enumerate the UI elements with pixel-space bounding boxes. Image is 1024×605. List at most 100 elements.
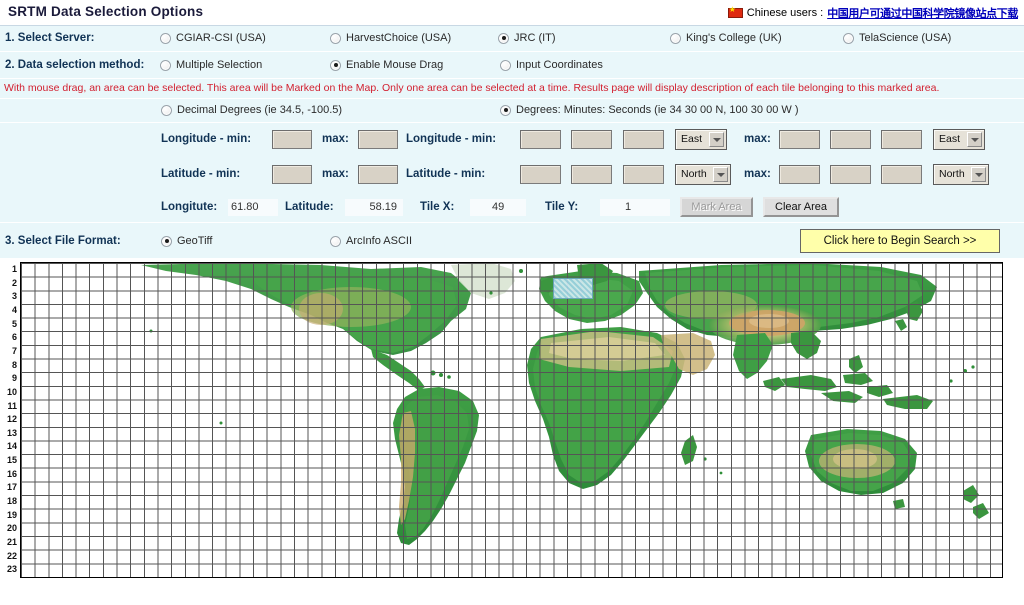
map-row-label: 7 bbox=[11, 345, 17, 356]
map-row-label: 1 bbox=[11, 264, 17, 274]
world-landmass-shapes bbox=[141, 263, 989, 545]
latitude-min-decimal-input[interactable] bbox=[272, 165, 312, 184]
longitude-dms-label: Longitude - min: bbox=[406, 133, 497, 145]
map-row-label: 18 bbox=[6, 496, 17, 507]
radio-icon[interactable] bbox=[498, 32, 509, 44]
longitude-min-decimal-input[interactable] bbox=[272, 130, 312, 149]
latitude-max-seconds-input[interactable] bbox=[881, 165, 922, 184]
map-row-label: 16 bbox=[6, 468, 17, 479]
map-row-label: 15 bbox=[6, 455, 17, 466]
coordinate-readout-row: Longitute: 61.80 Latitude: 58.19 Tile X:… bbox=[0, 193, 1024, 223]
longitude-max-direction-select[interactable]: East bbox=[933, 129, 985, 150]
longitude-max-minutes-input[interactable] bbox=[830, 130, 871, 149]
clear-area-button[interactable]: Clear Area bbox=[763, 197, 839, 217]
world-map-canvas[interactable] bbox=[20, 262, 1003, 578]
coord-mode-label: Degrees: Minutes: Seconds (ie 34 30 00 N… bbox=[516, 104, 799, 116]
latitude-min-minutes-input[interactable] bbox=[571, 165, 612, 184]
server-option-jrc[interactable]: JRC (IT) bbox=[498, 32, 556, 44]
latitude-decimal-label: Latitude - min: bbox=[161, 168, 241, 180]
radio-icon[interactable] bbox=[160, 32, 171, 44]
radio-icon[interactable] bbox=[161, 235, 172, 247]
map-row-label: 5 bbox=[11, 318, 17, 329]
radio-icon[interactable] bbox=[330, 235, 341, 247]
longitude-min-degrees-input[interactable] bbox=[520, 130, 561, 149]
radio-icon[interactable] bbox=[160, 59, 171, 71]
latitude-max-direction-select[interactable]: North bbox=[933, 164, 989, 185]
world-map-area[interactable]: 1 2 3 4 5 6 7 8 9 10 11 12 13 14 15 16 17 18 19 20 21 22 23 bbox=[0, 260, 1024, 580]
tile-y-label: Tile Y: bbox=[545, 201, 579, 213]
longitude-readout-value: 61.80 bbox=[228, 199, 278, 216]
page-title: SRTM Data Selection Options bbox=[8, 4, 204, 19]
radio-icon[interactable] bbox=[843, 32, 854, 44]
select-server-row: 1. Select Server: CGIAR-CSI (USA) Harves… bbox=[0, 26, 1024, 52]
latitude-readout-label: Latitude: bbox=[285, 201, 334, 213]
latitude-dms-max-label: max: bbox=[744, 168, 771, 180]
map-row-label: 2 bbox=[11, 277, 17, 288]
longitude-decimal-label: Longitude - min: bbox=[161, 133, 252, 145]
longitude-min-minutes-input[interactable] bbox=[571, 130, 612, 149]
latitude-max-minutes-input[interactable] bbox=[830, 165, 871, 184]
coord-mode-label: Decimal Degrees (ie 34.5, -100.5) bbox=[177, 104, 343, 116]
map-row-label: 12 bbox=[6, 414, 17, 425]
method-option-multiple-selection[interactable]: Multiple Selection bbox=[160, 59, 262, 71]
latitude-min-direction-value: North bbox=[681, 168, 707, 180]
longitude-decimal-max-label: max: bbox=[322, 133, 349, 145]
latitude-max-decimal-input[interactable] bbox=[358, 165, 398, 184]
coord-mode-dms[interactable]: Degrees: Minutes: Seconds (ie 34 30 00 N… bbox=[500, 104, 799, 116]
begin-search-button[interactable]: Click here to Begin Search >> bbox=[800, 229, 1000, 253]
mark-area-button[interactable]: Mark Area bbox=[680, 197, 753, 217]
longitude-max-seconds-input[interactable] bbox=[881, 130, 922, 149]
chevron-down-icon[interactable] bbox=[967, 132, 982, 147]
server-option-label: HarvestChoice (USA) bbox=[346, 32, 452, 44]
chinese-users-label: Chinese users : bbox=[746, 7, 824, 19]
longitude-min-direction-select[interactable]: East bbox=[675, 129, 727, 150]
latitude-min-direction-select[interactable]: North bbox=[675, 164, 731, 185]
server-option-kings-college[interactable]: King's College (UK) bbox=[670, 32, 782, 44]
server-option-label: King's College (UK) bbox=[686, 32, 782, 44]
format-option-arcinfo-ascii[interactable]: ArcInfo ASCII bbox=[330, 235, 412, 247]
longitude-max-degrees-input[interactable] bbox=[779, 130, 820, 149]
chevron-down-icon[interactable] bbox=[713, 167, 728, 182]
longitude-dms-max-label: max: bbox=[744, 133, 771, 145]
radio-icon[interactable] bbox=[670, 32, 681, 44]
latitude-max-degrees-input[interactable] bbox=[779, 165, 820, 184]
map-row-label: 4 bbox=[11, 304, 17, 315]
selected-tile-highlight[interactable] bbox=[553, 278, 593, 299]
latitude-min-degrees-input[interactable] bbox=[520, 165, 561, 184]
method-option-label: Multiple Selection bbox=[176, 59, 263, 71]
map-row-tick-labels: 1 2 3 4 5 6 7 8 9 10 11 12 13 14 15 16 17 18 19 20 21 22 23 bbox=[0, 260, 20, 580]
method-option-input-coordinates[interactable]: Input Coordinates bbox=[500, 59, 603, 71]
radio-icon[interactable] bbox=[161, 104, 172, 116]
select-file-format-label: 3. Select File Format: bbox=[5, 235, 121, 247]
longitude-min-seconds-input[interactable] bbox=[623, 130, 664, 149]
method-option-label: Input Coordinates bbox=[516, 59, 603, 71]
method-option-enable-mouse-drag[interactable]: Enable Mouse Drag bbox=[330, 59, 443, 71]
longitude-readout-label: Longitute: bbox=[161, 201, 218, 213]
radio-icon[interactable] bbox=[500, 59, 511, 71]
server-option-label: CGIAR-CSI (USA) bbox=[176, 32, 266, 44]
map-row-label: 14 bbox=[6, 441, 17, 452]
map-row-label: 11 bbox=[7, 400, 17, 411]
radio-icon[interactable] bbox=[330, 59, 341, 71]
srtm-data-selection-page: SRTM Data Selection Options Chinese user… bbox=[0, 0, 1024, 605]
map-row-label: 19 bbox=[6, 509, 17, 520]
radio-icon[interactable] bbox=[330, 32, 341, 44]
chinese-mirror-link[interactable]: 中国用户可通过中国科学院镜像站点下载 bbox=[827, 5, 1018, 21]
latitude-min-seconds-input[interactable] bbox=[623, 165, 664, 184]
longitude-max-decimal-input[interactable] bbox=[358, 130, 398, 149]
latitude-max-direction-value: North bbox=[939, 168, 965, 180]
server-option-harvestchoice[interactable]: HarvestChoice (USA) bbox=[330, 32, 451, 44]
map-row-label: 3 bbox=[11, 291, 17, 302]
tile-y-value: 1 bbox=[600, 199, 670, 216]
server-option-cgiar-csi[interactable]: CGIAR-CSI (USA) bbox=[160, 32, 266, 44]
format-option-geotiff[interactable]: GeoTiff bbox=[161, 235, 212, 247]
coordinate-mode-row: Decimal Degrees (ie 34.5, -100.5) Degree… bbox=[0, 99, 1024, 123]
chevron-down-icon[interactable] bbox=[709, 132, 724, 147]
chevron-down-icon[interactable] bbox=[971, 167, 986, 182]
tile-x-value: 49 bbox=[470, 199, 526, 216]
selection-options-panel: 1. Select Server: CGIAR-CSI (USA) Harves… bbox=[0, 26, 1024, 260]
server-option-telascience[interactable]: TelaScience (USA) bbox=[843, 32, 951, 44]
radio-icon[interactable] bbox=[500, 104, 511, 116]
method-option-label: Enable Mouse Drag bbox=[346, 59, 444, 71]
coord-mode-decimal-degrees[interactable]: Decimal Degrees (ie 34.5, -100.5) bbox=[161, 104, 342, 116]
